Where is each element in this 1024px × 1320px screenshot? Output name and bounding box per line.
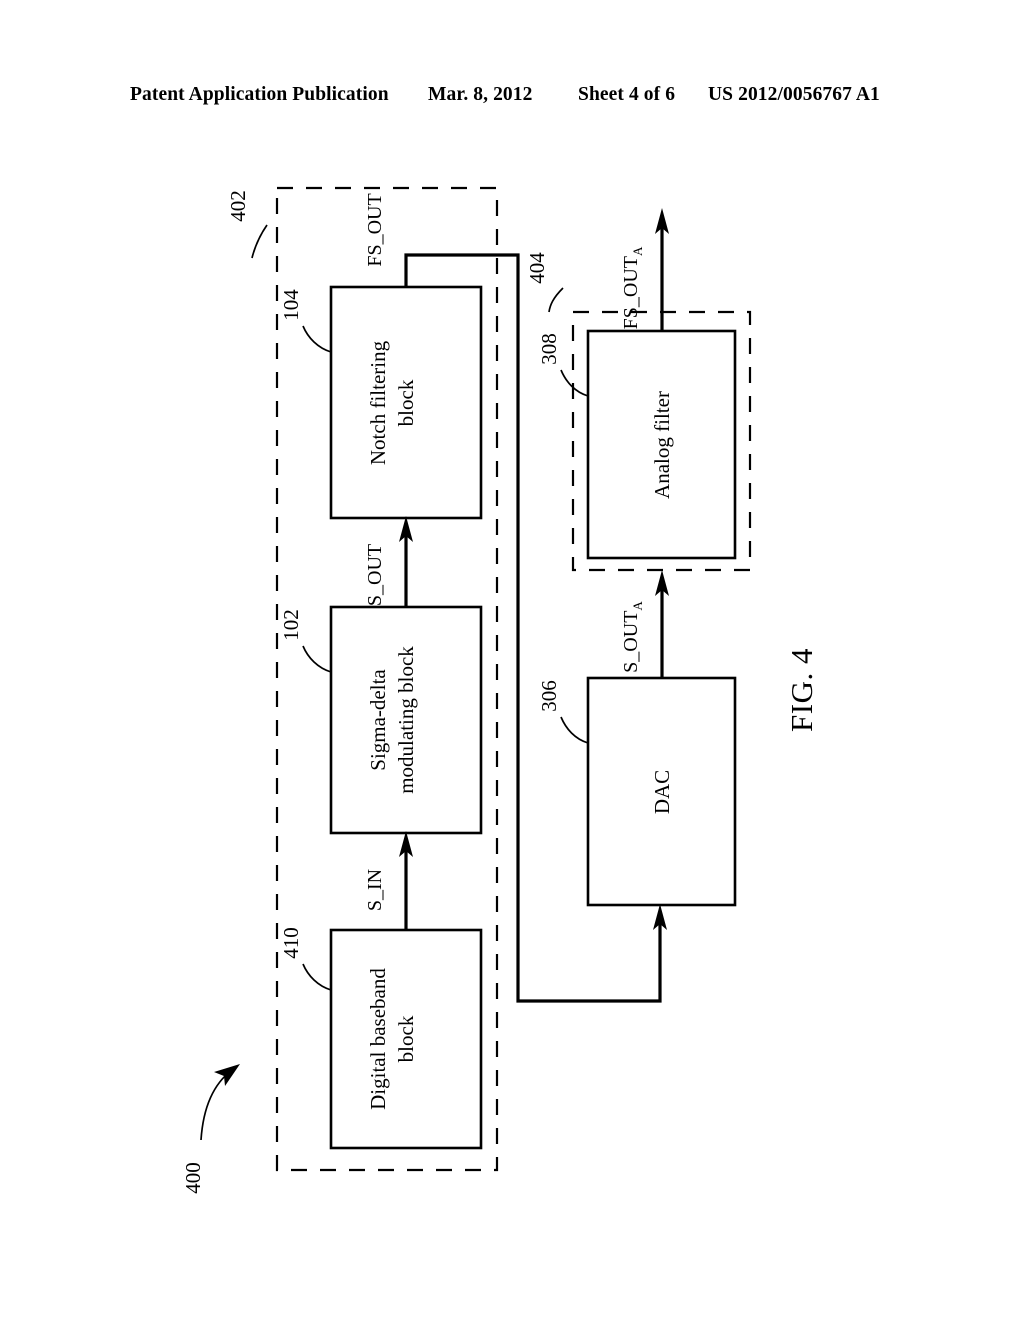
- block-sigma-delta-label-line2: modulating block: [394, 646, 418, 794]
- block-analog-filter-label: Analog filter: [650, 391, 674, 499]
- leader-line-308: [560, 369, 589, 397]
- signal-label-fs-out: FS_OUT: [364, 193, 386, 266]
- signal-label-fs-out-a: FS_OUTA: [620, 246, 645, 329]
- leader-line-410: [302, 963, 332, 991]
- leader-line-404: [548, 287, 564, 313]
- ref-number-306: 306: [537, 680, 561, 712]
- ref-number-104: 104: [279, 289, 303, 321]
- leader-line-402: [251, 224, 268, 259]
- signal-label-fs-out-a-base: FS_OUT: [620, 256, 642, 329]
- patent-figure: 402 404 Notch filtering block 104 Sigma-…: [0, 0, 1024, 1320]
- arrowhead-system-ref-400: [214, 1064, 240, 1086]
- ref-number-410: 410: [279, 927, 303, 959]
- block-dac-label: DAC: [650, 770, 674, 814]
- leader-line-306: [560, 716, 589, 744]
- ref-number-400: 400: [181, 1162, 205, 1194]
- block-digital-baseband-label-line2: block: [394, 1015, 418, 1062]
- signal-label-s-out-a-base: S_OUT: [620, 611, 642, 673]
- block-sigma-delta-label-line1: Sigma-delta: [366, 669, 390, 771]
- signal-label-s-out-a-subscript: A: [630, 601, 645, 611]
- ref-number-102: 102: [279, 609, 303, 641]
- block-digital-baseband-label-line1: Digital baseband: [366, 968, 390, 1110]
- ref-number-308: 308: [537, 333, 561, 365]
- leader-line-104: [302, 325, 332, 353]
- signal-label-fs-out-a-subscript: A: [630, 246, 645, 256]
- signal-label-s-out-a: S_OUTA: [620, 601, 645, 673]
- signal-label-s-out: S_OUT: [364, 544, 386, 606]
- ref-number-404: 404: [525, 252, 549, 284]
- figure-caption: FIG. 4: [784, 648, 819, 732]
- figure-4-diagram: 402 404 Notch filtering block 104 Sigma-…: [181, 186, 819, 1194]
- block-notch-filtering-label-line2: block: [394, 379, 418, 426]
- ref-number-402: 402: [226, 190, 250, 222]
- signal-label-s-in: S_IN: [364, 869, 386, 911]
- leader-line-102: [302, 645, 332, 673]
- block-notch-filtering-label-line1: Notch filtering: [366, 340, 390, 465]
